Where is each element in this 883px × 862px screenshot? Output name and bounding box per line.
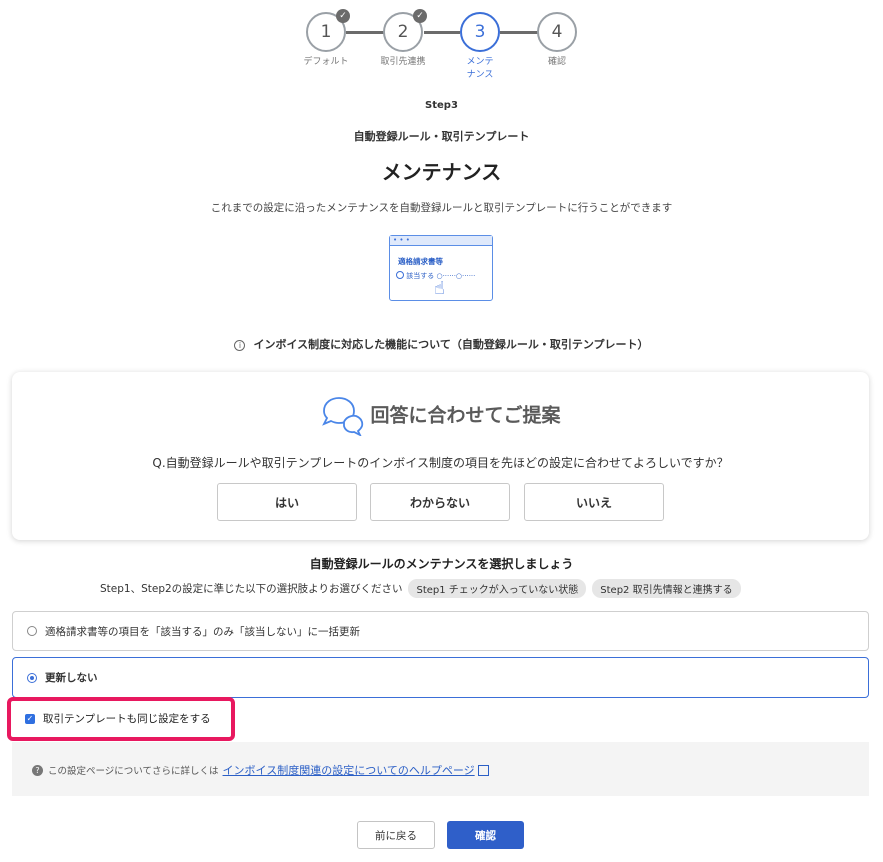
page-title: メンテナンス: [381, 160, 502, 184]
checkbox-checked-icon: ✓: [25, 713, 35, 724]
external-link-icon[interactable]: [477, 764, 489, 776]
option-bulk-update[interactable]: 適格請求書等の項目を「該当する」のみ「該当しない」に一括更新: [12, 611, 869, 651]
check-icon: ✓: [336, 9, 350, 23]
step1-tag: Step1 チェックが入っていない状態: [408, 579, 587, 598]
invoice-info-link[interactable]: i インボイス制度に対応した機能について（自動登録ルール・取引テンプレート）: [0, 336, 883, 352]
info-icon: i: [234, 340, 246, 351]
step2-tag: Step2 取引先情報と連携する: [592, 579, 741, 598]
help-section: ? この設定ページについてさらに詳しくは インボイス制度関連の設定についてのヘル…: [12, 742, 869, 796]
maintenance-section-title: 自動登録ルールのメンテナンスを選択しましょう: [309, 557, 574, 571]
answer-yes-button[interactable]: はい: [217, 483, 357, 521]
page-description: これまでの設定に沿ったメンテナンスを自動登録ルールと取引テンプレートに行うことが…: [210, 202, 673, 214]
step-4: 4 確認: [535, 10, 579, 67]
step-connector: [346, 31, 384, 34]
option-bulk-update-label: 適格請求書等の項目を「該当する」のみ「該当しない」に一括更新: [45, 625, 360, 638]
step-3: 3 メンテ ナンス: [458, 10, 502, 80]
page-subtitle: 自動登録ルール・取引テンプレート: [353, 130, 530, 143]
template-same-setting-checkbox[interactable]: ✓ 取引テンプレートも同じ設定をする: [25, 711, 211, 726]
pointing-hand-icon: ☝: [434, 278, 445, 299]
radio-selected-icon: [27, 672, 37, 683]
invoice-info-text: インボイス制度に対応した機能について（自動登録ルール・取引テンプレート）: [253, 338, 649, 351]
illustration-option: 該当する: [406, 272, 435, 280]
stepper: 1 ✓ デフォルト 2 ✓ 取引先連携 3 メンテ ナンス 4 確認: [0, 9, 883, 90]
chat-bubbles-icon: [320, 396, 364, 438]
suggestion-question: Q.自動登録ルールや取引テンプレートのインボイス制度の項目を先ほどの設定に合わせ…: [152, 456, 729, 470]
step-2-circle: 2 ✓: [383, 9, 427, 52]
step-3-label: メンテ ナンス: [466, 57, 494, 80]
step-connector: [500, 31, 538, 34]
maintenance-section-description: Step1、Step2の設定に準じた以下の選択肢よりお選びください Step1 …: [100, 579, 741, 598]
answer-no-button[interactable]: いいえ: [524, 483, 664, 521]
step-1-circle: 1 ✓: [306, 9, 350, 52]
step-4-label: 確認: [547, 57, 567, 67]
help-page-link[interactable]: インボイス制度関連の設定についてのヘルプページ: [223, 762, 475, 778]
step-connector: [424, 31, 460, 34]
suggestion-card: 回答に合わせてご提案 Q.自動登録ルールや取引テンプレートのインボイス制度の項目…: [12, 372, 869, 540]
answer-unsure-button[interactable]: わからない: [370, 483, 510, 521]
suggestion-heading: 回答に合わせてご提案: [12, 396, 869, 438]
step-2-label: 取引先連携: [380, 57, 426, 67]
step-1: 1 ✓ デフォルト: [303, 9, 350, 67]
option-no-update-label: 更新しない: [45, 672, 98, 684]
help-text-row: ? この設定ページについてさらに詳しくは インボイス制度関連の設定についてのヘル…: [32, 762, 489, 778]
step-4-circle: 4: [537, 12, 577, 52]
help-text: この設定ページについてさらに詳しくは: [48, 766, 219, 777]
step-number: Step3: [425, 100, 458, 111]
form-illustration: • • • 適格請求書等 該当する ○······○······ ☝: [389, 235, 493, 301]
step-3-circle: 3: [460, 12, 500, 52]
radio-icon: [396, 271, 404, 279]
back-button[interactable]: 前に戻る: [357, 821, 435, 849]
illustration-title: 適格請求書等: [398, 257, 443, 266]
question-icon: ?: [32, 764, 43, 776]
template-same-setting-label: 取引テンプレートも同じ設定をする: [43, 713, 211, 725]
radio-icon: [27, 626, 37, 636]
check-icon: ✓: [413, 9, 427, 23]
illustration-window-dots: • • •: [390, 236, 492, 246]
step-2: 2 ✓ 取引先連携: [380, 9, 427, 67]
confirm-button[interactable]: 確認: [447, 821, 524, 849]
step-1-label: デフォルト: [303, 57, 349, 67]
option-no-update[interactable]: 更新しない: [12, 657, 869, 698]
